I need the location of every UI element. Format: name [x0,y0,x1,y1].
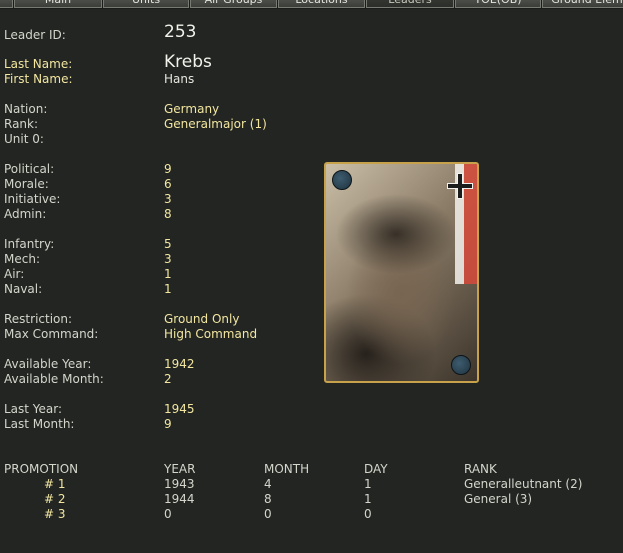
political-value: 9 [164,162,172,176]
tab-air-groups[interactable]: Air Groups [190,0,277,8]
corner-dot-icon [451,355,471,375]
promotion-rank: Generalleutnant (2) [464,477,583,491]
day-header: DAY [364,462,388,476]
tab-locations[interactable]: Locations [278,0,365,8]
first-name-value: Hans [164,72,195,86]
political-label: Political: [4,162,55,176]
last-name-value: Krebs [164,52,212,72]
tab-toe-ob[interactable]: TOE(OB) [455,0,541,8]
first-name-label: First Name: [4,72,73,86]
promotion-year: 0 [164,507,172,521]
tab-main[interactable]: Main [14,0,102,8]
tab-units[interactable]: Units [103,0,189,8]
tab-edge-left [0,0,13,8]
promotion-month: 4 [264,477,272,491]
mech-label: Mech: [4,252,40,266]
leader-id-value: 253 [164,22,197,42]
last-month-value: 9 [164,417,172,431]
available-year-value: 1942 [164,357,195,371]
max-command-value: High Command [164,327,258,341]
promotion-number: # 2 [44,492,66,506]
month-header: MONTH [264,462,310,476]
leader-portrait[interactable] [324,162,479,383]
leader-id-label: Leader ID: [4,28,66,42]
available-month-label: Available Month: [4,372,104,386]
promotion-year: 1943 [164,477,195,491]
promotion-month: 0 [264,507,272,521]
promotion-number: # 1 [44,477,66,491]
infantry-value: 5 [164,237,172,251]
iron-cross-icon [447,173,473,199]
last-name-label: Last Name: [4,57,73,71]
restriction-label: Restriction: [4,312,73,326]
promotion-month: 8 [264,492,272,506]
max-command-label: Max Command: [4,327,99,341]
admin-label: Admin: [4,207,47,221]
nation-value: Germany [164,102,220,116]
morale-value: 6 [164,177,172,191]
last-year-label: Last Year: [4,402,63,416]
mech-value: 3 [164,252,172,266]
infantry-label: Infantry: [4,237,55,251]
rank-label: Rank: [4,117,39,131]
restriction-value: Ground Only [164,312,240,326]
available-month-value: 2 [164,372,172,386]
year-header: YEAR [164,462,196,476]
rank-value: Generalmajor (1) [164,117,267,131]
naval-label: Naval: [4,282,43,296]
promotion-year: 1944 [164,492,195,506]
admin-value: 8 [164,207,172,221]
tab-ground-elements[interactable]: Ground Elem [542,0,623,8]
tab-leaders[interactable]: Leaders [366,0,454,8]
air-label: Air: [4,267,25,281]
promotion-header: PROMOTION [4,462,79,476]
unit-label: Unit 0: [4,132,44,146]
last-year-value: 1945 [164,402,195,416]
promotion-day: 1 [364,477,372,491]
corner-dot-icon [332,170,352,190]
rank-header: RANK [464,462,497,476]
available-year-label: Available Year: [4,357,92,371]
promotion-day: 1 [364,492,372,506]
initiative-label: Initiative: [4,192,61,206]
morale-label: Morale: [4,177,49,191]
nation-label: Nation: [4,102,48,116]
promotion-rank: General (3) [464,492,533,506]
air-value: 1 [164,267,172,281]
naval-value: 1 [164,282,172,296]
promotion-number: # 3 [44,507,66,521]
last-month-label: Last Month: [4,417,75,431]
tab-bar: Main Units Air Groups Locations Leaders … [0,0,623,9]
promotion-day: 0 [364,507,372,521]
initiative-value: 3 [164,192,172,206]
